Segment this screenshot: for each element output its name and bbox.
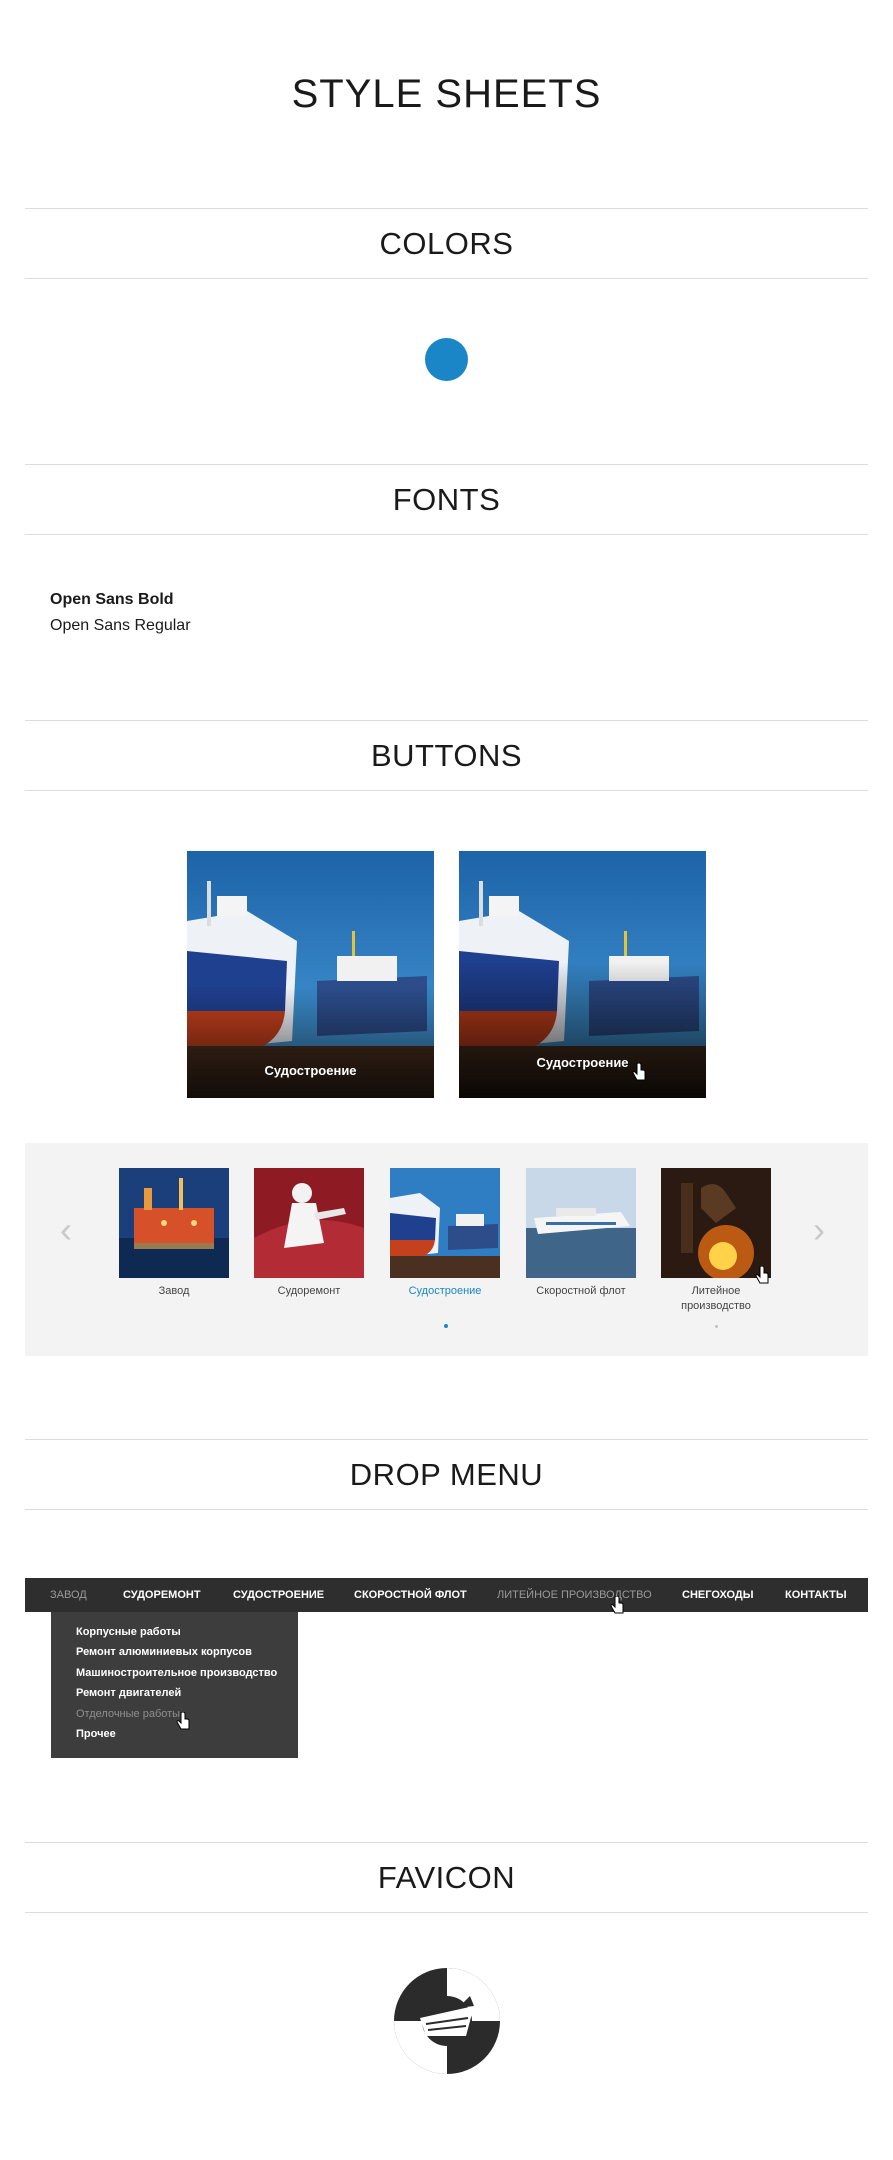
carousel-item-label: Судостроение bbox=[408, 1285, 482, 1297]
section-fonts: FONTS bbox=[25, 464, 868, 535]
dropdown-item-hover[interactable]: Отделочные работы bbox=[76, 1708, 180, 1720]
carousel-item[interactable]: Литейное производство bbox=[661, 1168, 771, 1314]
menu-item-sudostroenie[interactable]: СУДОСТРОЕНИЕ bbox=[233, 1578, 324, 1612]
chevron-right-icon[interactable]: › bbox=[813, 1209, 825, 1251]
menu-item-liteynoe[interactable]: ЛИТЕЙНОЕ ПРОИЗВОДСТВО bbox=[497, 1578, 652, 1612]
dropdown-item[interactable]: Машиностроительное производство bbox=[76, 1667, 277, 1679]
carousel-item[interactable]: Завод bbox=[119, 1168, 229, 1299]
menu-item-skorostnoy-flot[interactable]: СКОРОСТНОЙ ФЛОТ bbox=[354, 1578, 467, 1612]
foundry-image bbox=[661, 1168, 771, 1278]
button-label: Судостроение bbox=[264, 1063, 357, 1078]
menu-item-zavod[interactable]: ЗАВОД bbox=[50, 1578, 87, 1612]
dropdown-item[interactable]: Ремонт двигателей bbox=[76, 1687, 181, 1699]
section-favicon: FAVICON bbox=[25, 1842, 868, 1913]
ship-dock-image bbox=[187, 851, 434, 1098]
section-title: FAVICON bbox=[377, 1860, 516, 1895]
dropdown-menu: Корпусные работы Ремонт алюминиевых корп… bbox=[51, 1612, 298, 1758]
font-sample-bold: Open Sans Bold bbox=[50, 591, 174, 608]
dropdown-item[interactable]: Прочее bbox=[76, 1728, 116, 1740]
section-title: COLORS bbox=[379, 226, 514, 261]
button-label: Судостроение bbox=[536, 1055, 629, 1070]
pagination-dot[interactable] bbox=[715, 1325, 718, 1328]
carousel-item-label: Судоремонт bbox=[277, 1285, 341, 1297]
category-button-hover[interactable]: Судостроение bbox=[459, 851, 706, 1098]
hand-cursor-icon bbox=[610, 1596, 624, 1614]
font-sample-regular: Open Sans Regular bbox=[50, 617, 191, 634]
favicon-logo-icon bbox=[394, 1968, 500, 2074]
section-buttons: BUTTONS bbox=[25, 720, 868, 791]
hand-cursor-icon bbox=[755, 1266, 769, 1284]
color-swatch bbox=[425, 338, 468, 381]
carousel-item-label: Скоростной флот bbox=[536, 1285, 626, 1297]
main-menu-bar: ЗАВОД СУДОРЕМОНТ СУДОСТРОЕНИЕ СКОРОСТНОЙ… bbox=[25, 1578, 868, 1614]
oil-platform-image bbox=[119, 1168, 229, 1278]
page-title: STYLE SHEETS bbox=[291, 72, 602, 116]
hand-cursor-icon bbox=[176, 1712, 190, 1730]
chevron-left-icon[interactable]: ‹ bbox=[60, 1209, 72, 1251]
dropdown-item[interactable]: Ремонт алюминиевых корпусов bbox=[76, 1646, 252, 1658]
pagination-dot-active[interactable] bbox=[444, 1324, 448, 1328]
carousel-item[interactable]: Судоремонт bbox=[254, 1168, 364, 1299]
section-drop-menu: DROP MENU bbox=[25, 1439, 868, 1510]
hydrofoil-image bbox=[526, 1168, 636, 1278]
section-title: DROP MENU bbox=[349, 1457, 544, 1492]
menu-item-sudoremont[interactable]: СУДОРЕМОНТ bbox=[123, 1578, 201, 1612]
section-title: FONTS bbox=[392, 482, 501, 517]
category-carousel: ‹ › Завод Судоремонт Судостроение Скорос… bbox=[25, 1143, 868, 1356]
painter-ship-image bbox=[254, 1168, 364, 1278]
carousel-item-label: Литейное производство bbox=[681, 1285, 751, 1312]
ship-dock-image bbox=[390, 1168, 500, 1278]
carousel-item[interactable]: Скоростной флот bbox=[526, 1168, 636, 1299]
hand-cursor-icon bbox=[632, 1063, 646, 1081]
carousel-item-active[interactable]: Судостроение bbox=[390, 1168, 500, 1299]
menu-item-kontakty[interactable]: КОНТАКТЫ bbox=[785, 1578, 847, 1612]
menu-item-snegokhody[interactable]: СНЕГОХОДЫ bbox=[682, 1578, 754, 1612]
section-title: BUTTONS bbox=[370, 738, 523, 773]
carousel-item-label: Завод bbox=[158, 1285, 190, 1297]
category-button-normal[interactable]: Судостроение bbox=[187, 851, 434, 1098]
dropdown-item[interactable]: Корпусные работы bbox=[76, 1626, 181, 1638]
section-colors: COLORS bbox=[25, 208, 868, 279]
